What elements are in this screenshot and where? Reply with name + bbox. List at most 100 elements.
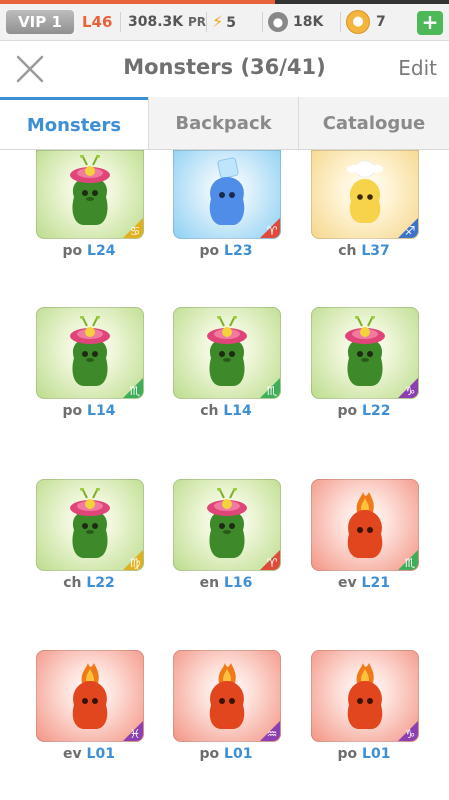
monster-portrait[interactable]: ♋ xyxy=(36,150,144,239)
energy-counter[interactable]: ⚡ 5 xyxy=(212,10,236,34)
plant-monster-icon xyxy=(345,316,385,386)
monster-card[interactable]: ♏ ev L21 xyxy=(311,479,419,591)
zodiac-icon: ♈ xyxy=(266,556,278,570)
monster-portrait[interactable]: ♏ xyxy=(36,307,144,399)
power-rating: 308.3K PR xyxy=(128,10,206,34)
zodiac-badge: ♈ xyxy=(259,217,280,238)
monster-level: L01 xyxy=(86,746,115,762)
fire-monster-icon xyxy=(347,492,383,558)
monster-label: po L14 xyxy=(36,403,142,419)
tab-monsters[interactable]: Monsters xyxy=(0,97,148,149)
monster-level: L37 xyxy=(361,243,390,259)
plant-monster-icon xyxy=(207,316,247,386)
power-unit: PR xyxy=(188,15,207,29)
divider xyxy=(206,12,207,32)
energy-value: 5 xyxy=(226,15,236,31)
monster-label: po L24 xyxy=(36,243,142,259)
monster-name-prefix: en xyxy=(199,575,220,591)
monster-level: L14 xyxy=(223,403,252,419)
zodiac-badge: ♍ xyxy=(122,549,143,570)
monster-card[interactable]: ♑ po L22 xyxy=(311,307,419,419)
plant-monster-icon xyxy=(207,488,247,558)
monster-portrait[interactable]: ♏ xyxy=(173,307,281,399)
monster-name-prefix: po xyxy=(337,403,358,419)
monster-level: L21 xyxy=(361,575,390,591)
zodiac-icon: ♑ xyxy=(404,384,416,398)
divider xyxy=(340,12,341,32)
monster-portrait[interactable]: ♐ xyxy=(311,150,419,239)
monster-label: ch L37 xyxy=(311,243,417,259)
light-monster-icon xyxy=(347,160,383,223)
fire-monster-icon xyxy=(347,663,383,729)
zodiac-icon: ♓ xyxy=(129,727,141,741)
monster-card[interactable]: ♈ po L23 xyxy=(173,150,281,260)
tab-bar: Monsters Backpack Catalogue xyxy=(0,97,449,150)
vip-badge[interactable]: VIP 1 xyxy=(6,10,74,34)
plant-monster-icon xyxy=(70,155,110,225)
zodiac-icon: ♏ xyxy=(129,384,141,398)
monster-level: L23 xyxy=(224,243,253,259)
monster-card[interactable]: ♈ en L16 xyxy=(173,479,281,591)
zodiac-badge: ♏ xyxy=(259,377,280,398)
fire-monster-icon xyxy=(209,663,245,729)
monster-portrait[interactable]: ♈ xyxy=(173,479,281,571)
monster-label: ev L21 xyxy=(311,575,417,591)
monster-label: ch L14 xyxy=(173,403,279,419)
monster-grid: ♋ po L24 ♈ po L23 ♐ ch L37 ♏ po L14 ♏ ch L14 ♑ po L… xyxy=(0,150,449,800)
monster-card[interactable]: ♓ ev L01 xyxy=(36,650,144,762)
monster-label: po L23 xyxy=(173,243,279,259)
monster-level: L22 xyxy=(362,403,391,419)
zodiac-badge: ♋ xyxy=(122,217,143,238)
coin-icon: ● xyxy=(346,10,370,34)
divider xyxy=(120,12,121,32)
zodiac-badge: ♑ xyxy=(397,377,418,398)
tab-catalogue[interactable]: Catalogue xyxy=(299,97,449,149)
monster-portrait[interactable]: ♓ xyxy=(36,650,144,742)
monster-card[interactable]: ♍ ch L22 xyxy=(36,479,144,591)
power-value: 308.3K xyxy=(128,14,184,30)
coin-counter[interactable]: ● 7 xyxy=(346,9,386,35)
monster-level: L01 xyxy=(362,746,391,762)
monster-level: L16 xyxy=(223,575,253,591)
food-counter[interactable]: ● 18K xyxy=(268,10,323,34)
monster-card[interactable]: ♒ po L01 xyxy=(173,650,281,762)
monster-name-prefix: po xyxy=(199,243,220,259)
zodiac-badge: ♒ xyxy=(259,720,280,741)
monster-portrait[interactable]: ♒ xyxy=(173,650,281,742)
tab-backpack[interactable]: Backpack xyxy=(149,97,298,149)
paw-icon: ● xyxy=(268,12,288,32)
fire-monster-icon xyxy=(72,663,108,729)
monster-card[interactable]: ♏ ch L14 xyxy=(173,307,281,419)
zodiac-badge: ♑ xyxy=(397,720,418,741)
monster-name-prefix: po xyxy=(62,403,83,419)
monster-label: ch L22 xyxy=(36,575,142,591)
monster-portrait[interactable]: ♈ xyxy=(173,150,281,239)
monster-portrait[interactable]: ♑ xyxy=(311,307,419,399)
monster-card[interactable]: ♏ po L14 xyxy=(36,307,144,419)
zodiac-badge: ♓ xyxy=(122,720,143,741)
monster-portrait[interactable]: ♏ xyxy=(311,479,419,571)
monster-name-prefix: ch xyxy=(63,575,82,591)
monster-label: en L16 xyxy=(173,575,279,591)
monster-name-prefix: po xyxy=(62,243,83,259)
monster-card[interactable]: ♋ po L24 xyxy=(36,150,144,260)
add-coins-button[interactable]: + xyxy=(417,11,443,35)
monster-portrait[interactable]: ♍ xyxy=(36,479,144,571)
monster-portrait[interactable]: ♑ xyxy=(311,650,419,742)
food-value: 18K xyxy=(293,14,324,30)
zodiac-badge: ♐ xyxy=(397,217,418,238)
divider xyxy=(262,12,263,32)
zodiac-icon: ♏ xyxy=(404,556,416,570)
monster-level: L22 xyxy=(86,575,115,591)
monster-label: ev L01 xyxy=(36,746,142,762)
status-bar: VIP 1 L46 308.3K PR ⚡ 5 ● 18K ● 7 + xyxy=(0,4,449,41)
monster-level: L24 xyxy=(87,243,116,259)
monster-card[interactable]: ♐ ch L37 xyxy=(311,150,419,260)
monster-name-prefix: ch xyxy=(200,403,219,419)
monster-card[interactable]: ♑ po L01 xyxy=(311,650,419,762)
coin-value: 7 xyxy=(376,14,386,30)
edit-button[interactable]: Edit xyxy=(398,56,437,80)
monster-label: po L22 xyxy=(311,403,417,419)
monster-level: L14 xyxy=(87,403,116,419)
zodiac-icon: ♏ xyxy=(266,384,278,398)
